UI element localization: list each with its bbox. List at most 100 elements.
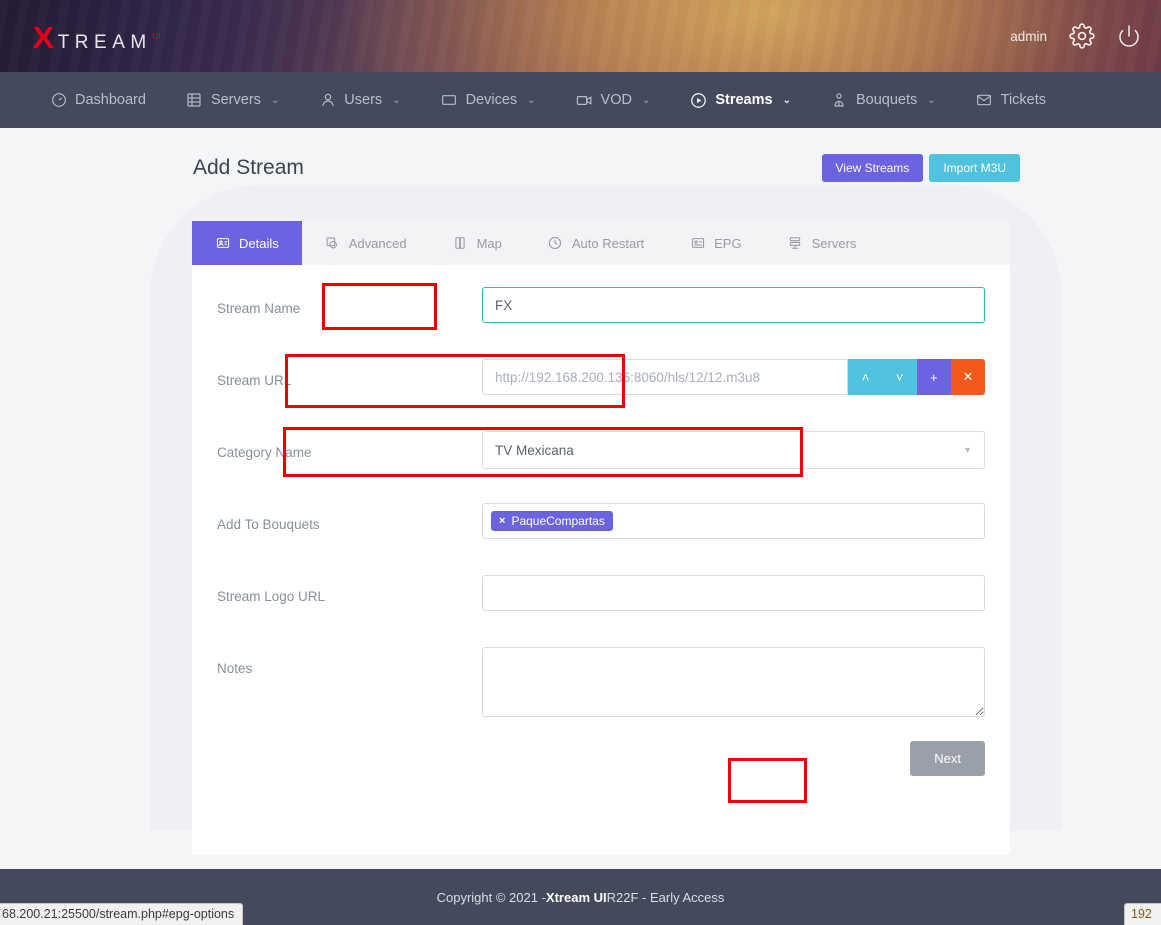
form-row-stream-url: Stream URL ˄ ˅ + ✕ bbox=[217, 359, 985, 431]
notes-field-wrap bbox=[482, 647, 985, 717]
logo-wordmark: TREAM bbox=[58, 33, 152, 52]
nav-label: Devices bbox=[466, 92, 518, 108]
tab-label: EPG bbox=[714, 236, 741, 251]
nav-item-streams[interactable]: Streams ⌄ bbox=[670, 72, 811, 128]
nav-item-bouquets[interactable]: Bouquets ⌄ bbox=[811, 72, 956, 128]
form-row-notes: Notes bbox=[217, 647, 985, 719]
nav-item-dashboard[interactable]: Dashboard bbox=[30, 72, 166, 128]
stream-url-field-wrap: ˄ ˅ + ✕ bbox=[482, 359, 985, 395]
copyright-brand: Xtream UI bbox=[546, 890, 607, 905]
epg-icon bbox=[690, 236, 705, 251]
logo-x-mark: X bbox=[32, 22, 54, 53]
nav-label: Streams bbox=[715, 92, 772, 108]
nav-label: Dashboard bbox=[75, 92, 146, 108]
gear-icon[interactable] bbox=[1069, 23, 1095, 49]
chevron-down-icon: ⌄ bbox=[527, 95, 535, 106]
stream-name-field-wrap bbox=[482, 287, 985, 323]
category-name-select[interactable]: TV Mexicana ▼ bbox=[482, 431, 985, 469]
stream-name-input[interactable] bbox=[482, 287, 985, 323]
stream-url-input[interactable] bbox=[482, 359, 848, 395]
app-header: X TREAM UI admin bbox=[0, 0, 1161, 72]
stream-icon bbox=[690, 92, 707, 109]
header-background bbox=[0, 0, 1161, 72]
bouquet-tag[interactable]: × PaqueCompartas bbox=[491, 511, 613, 531]
nav-item-devices[interactable]: Devices ⌄ bbox=[421, 72, 556, 128]
remove-url-button[interactable]: ✕ bbox=[951, 359, 985, 395]
tab-auto-restart[interactable]: Auto Restart bbox=[525, 221, 667, 265]
nav-label: Bouquets bbox=[856, 92, 917, 108]
move-down-button[interactable]: ˅ bbox=[883, 359, 917, 395]
stream-url-label: Stream URL bbox=[217, 359, 482, 388]
page-body: Add Stream View Streams Import M3U Detai… bbox=[0, 128, 1161, 869]
chevron-down-icon: ⌄ bbox=[927, 95, 935, 106]
add-url-button[interactable]: + bbox=[917, 359, 951, 395]
header-actions: admin bbox=[1010, 0, 1141, 72]
page-header: Add Stream View Streams Import M3U bbox=[0, 128, 1161, 196]
clock-icon bbox=[548, 236, 563, 251]
logo-superscript: UI bbox=[153, 32, 161, 41]
tab-details[interactable]: Details bbox=[192, 221, 302, 265]
chevron-down-icon: ⌄ bbox=[642, 95, 650, 106]
add-to-bouquets-tag-input[interactable]: × PaqueCompartas bbox=[482, 503, 985, 539]
tab-label: Auto Restart bbox=[572, 236, 644, 251]
category-name-label: Category Name bbox=[217, 431, 482, 460]
tab-label: Servers bbox=[812, 236, 857, 251]
tab-label: Advanced bbox=[349, 236, 407, 251]
copyright-suffix: R22F - Early Access bbox=[607, 890, 725, 905]
chevron-down-icon: ⌄ bbox=[271, 95, 279, 106]
main-navigation: Dashboard Servers ⌄ Users ⌄ Devices ⌄ VO… bbox=[0, 72, 1161, 128]
nav-item-servers[interactable]: Servers ⌄ bbox=[166, 72, 299, 128]
tab-map[interactable]: Map bbox=[430, 221, 525, 265]
add-stream-form: Stream Name Stream URL ˄ ˅ + ✕ bbox=[192, 265, 1010, 719]
nav-label: Servers bbox=[211, 92, 261, 108]
nav-label: Tickets bbox=[1001, 92, 1046, 108]
close-icon[interactable]: × bbox=[499, 515, 505, 527]
form-row-stream-logo-url: Stream Logo URL bbox=[217, 575, 985, 647]
import-m3u-button[interactable]: Import M3U bbox=[929, 154, 1020, 182]
add-to-bouquets-label: Add To Bouquets bbox=[217, 503, 482, 532]
move-up-button[interactable]: ˄ bbox=[848, 359, 882, 395]
bouquet-icon bbox=[831, 92, 848, 109]
stream-logo-url-label: Stream Logo URL bbox=[217, 575, 482, 604]
server-icon bbox=[186, 92, 203, 109]
dashboard-icon bbox=[50, 92, 67, 109]
form-row-stream-name: Stream Name bbox=[217, 287, 985, 359]
nav-item-users[interactable]: Users ⌄ bbox=[299, 72, 420, 128]
add-to-bouquets-field-wrap: × PaqueCompartas bbox=[482, 503, 985, 539]
stream-url-input-group: ˄ ˅ + ✕ bbox=[482, 359, 985, 395]
stream-logo-url-field-wrap bbox=[482, 575, 985, 611]
notes-textarea[interactable] bbox=[482, 647, 985, 717]
device-icon bbox=[441, 92, 458, 109]
xtream-logo[interactable]: X TREAM UI bbox=[33, 22, 161, 53]
form-row-category-name: Category Name TV Mexicana ▼ bbox=[217, 431, 985, 503]
power-icon[interactable] bbox=[1117, 24, 1141, 48]
tab-epg[interactable]: EPG bbox=[667, 221, 764, 265]
tab-advanced[interactable]: Advanced bbox=[302, 221, 430, 265]
nav-item-tickets[interactable]: Tickets bbox=[956, 72, 1066, 128]
details-icon bbox=[215, 236, 230, 251]
current-user-label[interactable]: admin bbox=[1010, 29, 1047, 44]
category-name-field-wrap: TV Mexicana ▼ bbox=[482, 431, 985, 469]
browser-status-link: 68.200.21:25500/stream.php#epg-options bbox=[0, 903, 243, 925]
chevron-down-icon: ▼ bbox=[963, 445, 972, 455]
copyright-prefix: Copyright © 2021 - bbox=[437, 890, 546, 905]
video-icon bbox=[576, 92, 593, 109]
view-streams-button[interactable]: View Streams bbox=[822, 154, 924, 182]
browser-status-right: 192 bbox=[1124, 903, 1161, 925]
tab-servers[interactable]: Servers bbox=[765, 221, 880, 265]
tab-label: Details bbox=[239, 236, 279, 251]
stream-name-label: Stream Name bbox=[217, 287, 482, 316]
servers-icon bbox=[788, 236, 803, 251]
map-icon bbox=[453, 236, 468, 251]
nav-item-vod[interactable]: VOD ⌄ bbox=[556, 72, 671, 128]
next-button[interactable]: Next bbox=[910, 741, 985, 776]
advanced-icon bbox=[325, 236, 340, 251]
page-title: Add Stream bbox=[193, 156, 304, 180]
tab-label: Map bbox=[477, 236, 502, 251]
notes-label: Notes bbox=[217, 647, 482, 676]
stream-logo-url-input[interactable] bbox=[482, 575, 985, 611]
category-name-value: TV Mexicana bbox=[495, 443, 574, 458]
user-icon bbox=[319, 92, 336, 109]
nav-label: VOD bbox=[601, 92, 632, 108]
nav-label: Users bbox=[344, 92, 382, 108]
